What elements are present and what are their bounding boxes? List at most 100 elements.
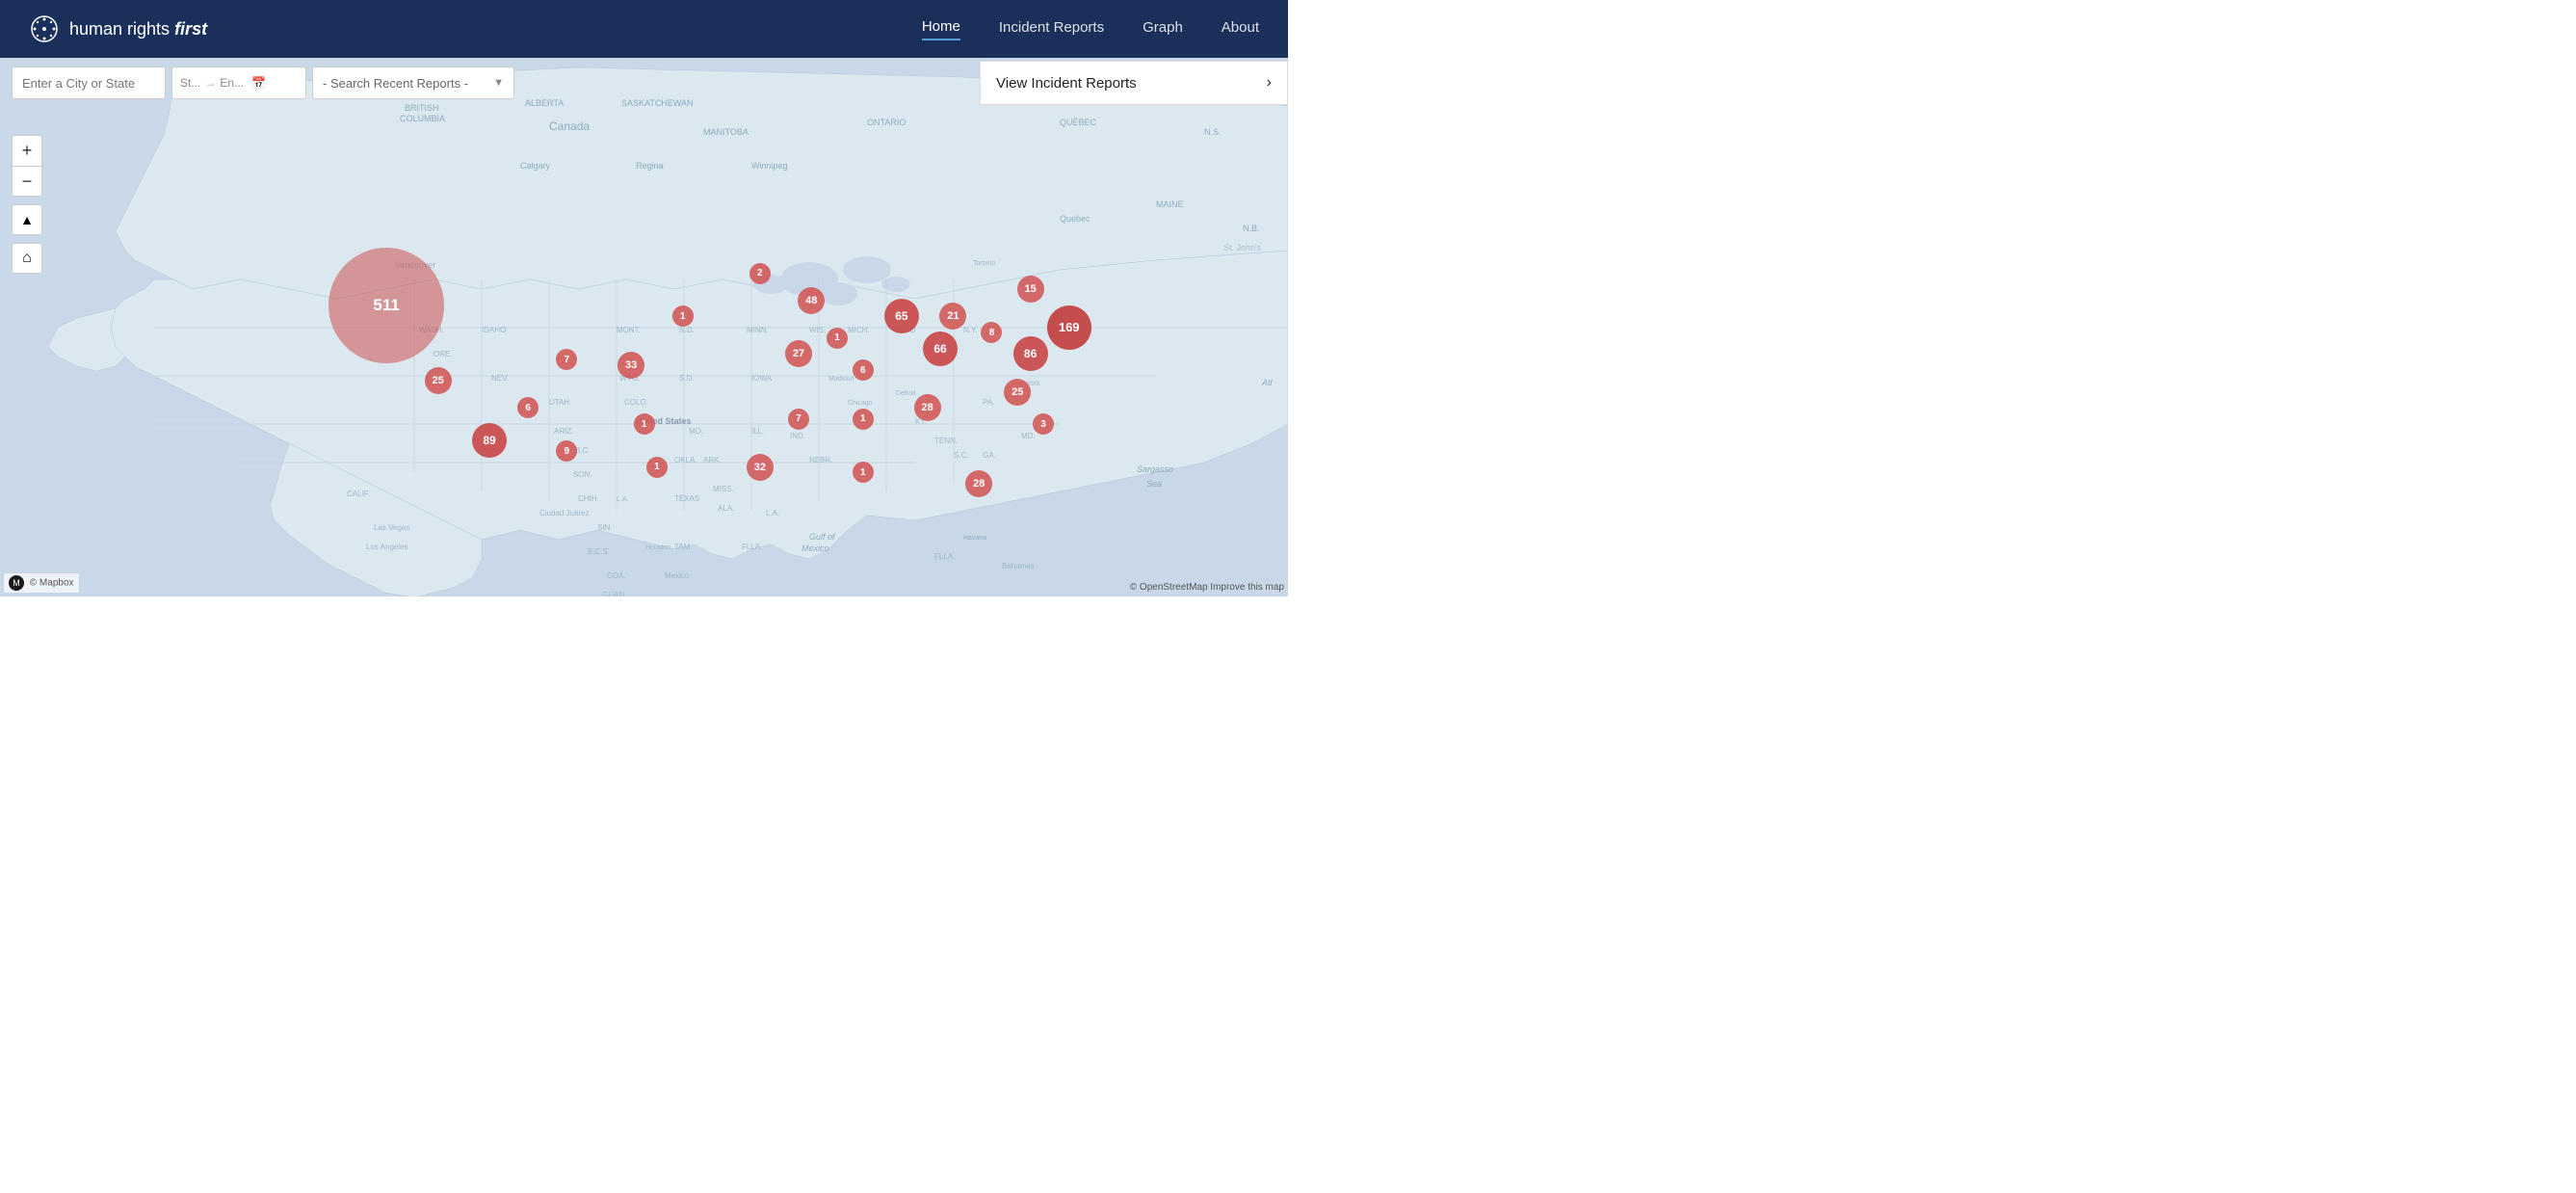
map-container[interactable]: Canada BRITISH COLUMBIA ALBERTA SASKATCH… (0, 58, 1288, 596)
mapbox-text: © Mapbox (30, 578, 74, 589)
svg-text:Havana: Havana (963, 535, 986, 542)
marker-m33[interactable]: 33 (618, 352, 644, 379)
svg-text:Houston: Houston (645, 544, 670, 551)
marker-m1d[interactable]: 1 (853, 409, 874, 430)
svg-text:S.C.: S.C. (954, 451, 969, 460)
svg-text:Regina: Regina (636, 161, 664, 171)
marker-m32[interactable]: 32 (747, 454, 774, 481)
svg-text:Sea: Sea (1146, 479, 1162, 489)
marker-m3[interactable]: 3 (1033, 413, 1054, 435)
svg-text:Sargasso: Sargasso (1137, 464, 1173, 474)
marker-m1b[interactable]: 1 (827, 328, 848, 349)
svg-text:TAM.: TAM. (674, 543, 693, 551)
marker-m2[interactable]: 2 (749, 263, 771, 284)
zoom-out-button[interactable]: − (12, 166, 42, 197)
navigation: Home Incident Reports Graph About (922, 18, 1259, 40)
svg-text:IND.: IND. (790, 432, 805, 440)
mapbox-credit: M © Mapbox (4, 573, 79, 593)
svg-text:CALIF.: CALIF. (347, 490, 370, 498)
svg-text:Detroit: Detroit (896, 390, 916, 397)
marker-m1c[interactable]: 1 (634, 413, 655, 435)
marker-m48[interactable]: 48 (798, 287, 825, 314)
svg-text:IOWA: IOWA (751, 374, 773, 383)
svg-text:Ciudad Juárez: Ciudad Juárez (539, 509, 590, 517)
svg-text:L.A.: L.A. (766, 509, 779, 517)
nav-graph[interactable]: Graph (1143, 19, 1183, 40)
svg-text:ARIZ.: ARIZ. (554, 427, 573, 436)
nav-about[interactable]: About (1222, 19, 1259, 40)
svg-text:FLLA.: FLLA. (934, 552, 955, 561)
svg-text:SIN.: SIN. (597, 523, 613, 532)
svg-text:ALA.: ALA. (718, 504, 734, 513)
home-button[interactable]: ⌂ (12, 243, 42, 274)
map-controls: + − ▲ ⌂ (12, 135, 42, 274)
svg-text:WIS.: WIS. (809, 326, 826, 334)
marker-m28a[interactable]: 28 (914, 394, 941, 421)
marker-m25b[interactable]: 25 (1004, 379, 1031, 406)
svg-text:OKLA.: OKLA. (674, 456, 697, 464)
marker-m28b[interactable]: 28 (965, 470, 992, 497)
svg-text:GA.: GA. (983, 451, 996, 460)
svg-text:Toronto: Toronto (973, 260, 995, 267)
marker-m1f[interactable]: 1 (853, 462, 874, 483)
svg-text:B.C.S.: B.C.S. (588, 547, 610, 556)
marker-m15[interactable]: 15 (1017, 276, 1044, 303)
svg-text:B.C.: B.C. (575, 446, 591, 455)
marker-m25a[interactable]: 25 (425, 367, 452, 394)
osm-credit: © OpenStreetMap Improve this map (1130, 582, 1284, 593)
marker-m1e[interactable]: 1 (646, 457, 668, 478)
search-reports-dropdown[interactable]: - Search Recent Reports - ▼ (312, 66, 514, 99)
svg-text:Chicago: Chicago (848, 400, 873, 407)
svg-text:MISS.: MISS. (713, 485, 734, 493)
logo-text-normal: human rights (69, 19, 174, 39)
svg-text:MD.: MD. (1021, 432, 1036, 440)
svg-text:UTAH: UTAH (549, 398, 569, 407)
marker-m7a[interactable]: 7 (556, 349, 577, 370)
marker-m169[interactable]: 169 (1047, 305, 1091, 350)
zoom-in-button[interactable]: + (12, 135, 42, 166)
svg-text:N.Y.: N.Y. (963, 326, 978, 334)
svg-text:COLUMBIA: COLUMBIA (400, 114, 445, 123)
svg-text:NEBR.: NEBR. (809, 456, 832, 464)
osm-text: © OpenStreetMap Improve this map (1130, 582, 1284, 593)
marker-m7b[interactable]: 7 (788, 409, 809, 430)
marker-m66[interactable]: 66 (923, 331, 958, 366)
svg-text:CHIH.: CHIH. (578, 494, 599, 503)
nav-home[interactable]: Home (922, 18, 960, 40)
svg-text:ORE.: ORE. (434, 350, 453, 358)
compass-button[interactable]: ▲ (12, 204, 42, 235)
marker-m8[interactable]: 8 (981, 322, 1002, 343)
svg-text:PA.: PA. (983, 398, 994, 407)
svg-text:TENN.: TENN. (934, 437, 958, 445)
marker-m89[interactable]: 89 (472, 423, 507, 458)
date-end: En... (220, 76, 244, 90)
map-svg: Canada BRITISH COLUMBIA ALBERTA SASKATCH… (0, 58, 1288, 596)
marker-m21[interactable]: 21 (939, 303, 966, 330)
svg-text:Atl: Atl (1261, 378, 1274, 387)
marker-m27[interactable]: 27 (785, 340, 812, 367)
nav-incident-reports[interactable]: Incident Reports (999, 19, 1104, 40)
svg-text:COA.: COA. (607, 571, 626, 580)
svg-text:ARK.: ARK. (703, 456, 722, 464)
svg-text:ALBERTA: ALBERTA (525, 98, 564, 108)
marker-m65[interactable]: 65 (884, 299, 919, 333)
svg-text:Gulf of: Gulf of (809, 532, 836, 542)
svg-text:N.B.: N.B. (1243, 224, 1260, 233)
date-range-picker[interactable]: St... → En... 📅 (171, 66, 306, 99)
svg-text:SASKATCHEWAN: SASKATCHEWAN (621, 98, 694, 108)
marker-m86[interactable]: 86 (1013, 336, 1048, 371)
svg-text:Madison: Madison (828, 376, 854, 383)
svg-text:St. John's: St. John's (1223, 243, 1262, 252)
search-reports-label: - Search Recent Reports - (323, 76, 489, 91)
marker-portland[interactable]: 511 (329, 248, 444, 363)
city-state-input[interactable] (12, 66, 166, 99)
view-incident-reports-label: View Incident Reports (996, 75, 1137, 92)
logo-text: human rights first (69, 19, 207, 40)
marker-m9[interactable]: 9 (556, 440, 577, 462)
marker-m1a[interactable]: 1 (672, 305, 694, 327)
view-incident-reports-button[interactable]: View Incident Reports › (980, 61, 1288, 105)
marker-m6a[interactable]: 6 (853, 359, 874, 381)
marker-m6b[interactable]: 6 (517, 397, 539, 418)
svg-text:Canada: Canada (549, 119, 590, 133)
logo-icon (29, 13, 60, 44)
